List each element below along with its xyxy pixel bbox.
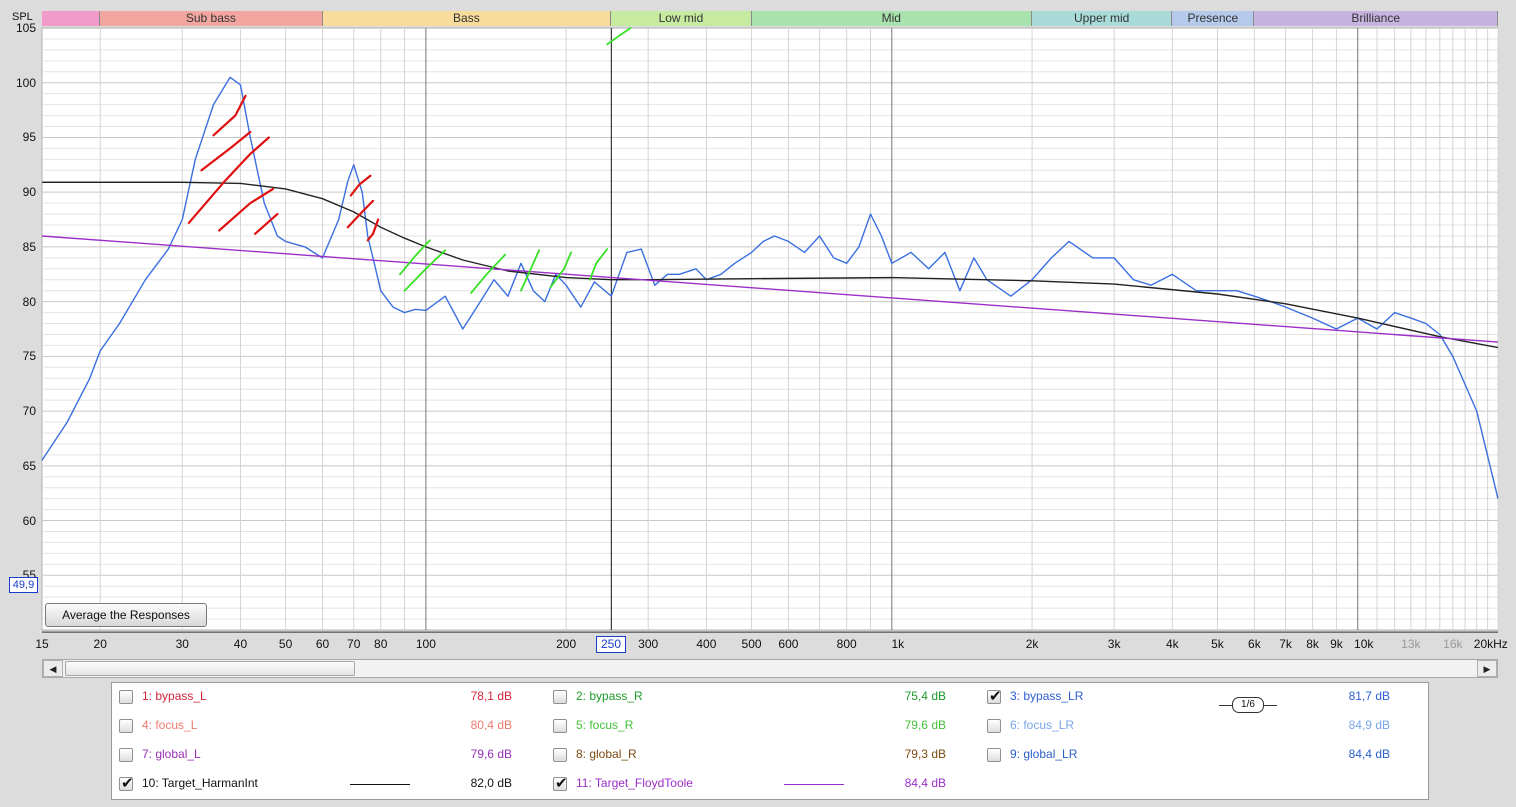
legend-value-10: 82,0 dB [470,776,512,790]
plot-area [41,27,1499,631]
legend-name-6: 6: focus_LR [1010,718,1075,732]
x-tick-label: 200 [556,637,577,651]
y-tick-label: 100 [15,75,36,90]
x-tick-label: 2k [1025,637,1039,651]
smoothing-control[interactable]: 1/6 [1219,697,1277,713]
legend-value-6: 84,9 dB [1348,718,1390,732]
legend-name-3: 3: bypass_LR [1010,689,1084,703]
legend-name-4: 4: focus_L [142,718,198,732]
legend-name-2: 2: bypass_R [576,689,643,703]
scroll-right-button[interactable]: ▶ [1477,660,1497,677]
scroll-left-button[interactable]: ◀ [43,660,63,677]
legend-name-7: 7: global_L [142,747,201,761]
x-tick-label: 3k [1107,637,1121,651]
checkmark-icon: ✔ [989,688,1002,705]
y-tick-label: 60 [22,513,36,528]
x-tick-label: 7k [1279,637,1292,651]
legend-value-11: 84,4 dB [904,776,946,790]
checkmark-icon: ✔ [121,775,134,792]
x-tick-label: 13k [1401,637,1421,651]
legend-checkbox-11[interactable]: ✔ [553,775,568,792]
legend-value-8: 79,3 dB [904,747,946,761]
y-tick-label: 65 [22,458,36,473]
legend-value-9: 84,4 dB [1348,747,1390,761]
x-tick-label: 40 [233,637,248,651]
y-tick-label: 95 [22,130,36,145]
legend-checkbox-2[interactable] [553,690,567,704]
x-tick-label: 100 [415,637,436,651]
x-tick-label: 400 [696,637,717,651]
legend-checkbox-3[interactable]: ✔ [987,688,1002,705]
x-tick-label: 600 [778,637,799,651]
x-tick-label: 4k [1165,637,1179,651]
x-tick-label: 70 [347,637,361,651]
legend-checkbox-10[interactable]: ✔ [119,775,134,792]
legend-line-sample-11 [784,784,844,785]
y-tick-label: 80 [22,294,36,309]
x-tick-label: 800 [836,637,857,651]
horizontal-scrollbar[interactable]: ◀ ▶ [42,659,1498,678]
x-tick-label: 80 [374,637,388,651]
y-tick-label: 70 [22,404,36,419]
legend-name-1: 1: bypass_L [142,689,207,703]
x-tick-label: 8k [1306,637,1319,651]
legend-checkbox-9[interactable] [987,748,1001,762]
checkmark-icon: ✔ [555,775,568,792]
legend-value-3: 81,7 dB [1348,689,1390,703]
frequency-response-chart[interactable] [0,0,1516,660]
x-tick-label: 5k [1211,637,1224,651]
legend-checkbox-1[interactable] [119,690,133,704]
average-responses-button[interactable]: Average the Responses [45,603,207,627]
legend-checkbox-8[interactable] [553,748,567,762]
legend-checkbox-7[interactable] [119,748,133,762]
smoothing-value[interactable]: 1/6 [1232,697,1264,713]
y-tick-label: 105 [15,21,36,35]
legend-value-7: 79,6 dB [470,747,512,761]
legend-checkbox-5[interactable] [553,719,567,733]
y-tick-label: 75 [22,349,36,364]
x-tick-label: 300 [638,637,659,651]
legend-name-10: 10: Target_HarmanInt [142,776,258,790]
x-tick-label: 6k [1248,637,1261,651]
x-tick-label: 10k [1354,637,1374,651]
x-tick-label: 60 [315,637,330,651]
x-tick-label: 50 [278,637,293,651]
legend-value-5: 79,6 dB [904,718,946,732]
y-tick-label: 85 [22,239,36,254]
legend-checkbox-6[interactable] [987,719,1001,733]
legend-value-2: 75,4 dB [904,689,946,703]
x-tick-label: 20 [93,637,107,651]
x-tick-label: 9k [1330,637,1343,651]
scrollbar-thumb[interactable] [65,661,355,676]
cursor-x-readout: 250 [596,636,626,653]
legend-name-11: 11: Target_FloydToole [576,776,693,790]
x-tick-label: 15 [35,637,49,651]
x-tick-label: 500 [741,637,762,651]
legend-value-4: 80,4 dB [470,718,512,732]
legend-line-sample-10 [350,784,410,785]
x-tick-label: 1k [891,637,905,651]
y-tick-label: 90 [22,185,36,200]
legend-value-1: 78,1 dB [470,689,512,703]
x-tick-label: 30 [175,637,189,651]
legend-name-9: 9: global_LR [1010,747,1078,761]
x-tick-label: 16k [1443,637,1463,651]
cursor-y-readout: 49,9 [9,577,38,593]
legend-name-5: 5: focus_R [576,718,634,732]
x-tick-label: 20kHz [1473,637,1508,651]
legend-checkbox-4[interactable] [119,719,133,733]
legend-name-8: 8: global_R [576,747,637,761]
